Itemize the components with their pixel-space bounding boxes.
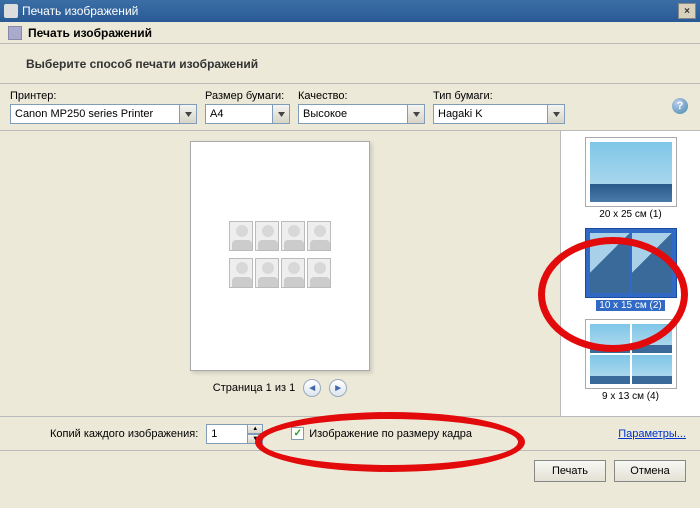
wizard-title: Печать изображений [28, 26, 152, 40]
titlebar: Печать изображений × [0, 0, 700, 22]
prev-page-button[interactable]: ◄ [303, 379, 321, 397]
main-area: Страница 1 из 1 ◄ ► 20 x 25 см (1) 10 x … [0, 131, 700, 417]
layout-label: 9 x 13 см (4) [563, 391, 698, 402]
close-button[interactable]: × [678, 3, 696, 19]
next-page-button[interactable]: ► [329, 379, 347, 397]
layout-list[interactable]: 20 x 25 см (1) 10 x 15 см (2) 9 x 13 см … [560, 131, 700, 416]
quality-label: Качество: [298, 90, 425, 102]
preview-sheet [190, 141, 370, 371]
spinner-up[interactable]: ▲ [248, 424, 263, 434]
printer-select[interactable] [10, 104, 197, 124]
copies-spinner[interactable]: ▲ ▼ [206, 424, 263, 444]
photo-thumb [255, 258, 279, 288]
print-button[interactable]: Печать [534, 460, 606, 482]
wizard-header: Печать изображений [0, 22, 700, 44]
layout-item-20x25[interactable]: 20 x 25 см (1) [563, 135, 698, 226]
parameters-link[interactable]: Параметры... [618, 428, 686, 440]
layout-item-9x13[interactable]: 9 x 13 см (4) [563, 317, 698, 408]
app-icon [4, 4, 18, 18]
layout-thumb [590, 142, 672, 202]
layout-thumb [590, 324, 672, 384]
pager-text: Страница 1 из 1 [213, 382, 295, 394]
photo-thumb [255, 221, 279, 251]
paper-type-select[interactable] [433, 104, 565, 124]
photo-thumb [281, 258, 305, 288]
cancel-button[interactable]: Отмена [614, 460, 686, 482]
photo-thumb [307, 258, 331, 288]
dropdown-icon[interactable] [273, 104, 290, 124]
printer-value[interactable] [10, 104, 180, 124]
checkbox-label: Изображение по размеру кадра [309, 428, 472, 440]
quality-value[interactable] [298, 104, 408, 124]
photo-thumb [229, 258, 253, 288]
quality-select[interactable] [298, 104, 425, 124]
photo-thumb [229, 221, 253, 251]
paper-type-label: Тип бумаги: [433, 90, 565, 102]
photo-thumb [281, 221, 305, 251]
paper-type-value[interactable] [433, 104, 548, 124]
copies-label: Копий каждого изображения: [50, 428, 198, 440]
instruction-text: Выберите способ печати изображений [0, 44, 700, 84]
action-row: Печать Отмена [0, 451, 700, 491]
paper-size-select[interactable] [205, 104, 290, 124]
copies-input[interactable] [206, 424, 248, 444]
dropdown-icon[interactable] [548, 104, 565, 124]
paper-size-value[interactable] [205, 104, 273, 124]
help-icon[interactable]: ? [672, 98, 688, 114]
layout-item-10x15[interactable]: 10 x 15 см (2) [563, 226, 698, 317]
layout-thumb [590, 233, 672, 293]
photo-grid [229, 221, 331, 292]
photo-thumb [307, 221, 331, 251]
fit-frame-checkbox[interactable]: ✓ Изображение по размеру кадра [291, 427, 472, 440]
layout-label: 20 x 25 см (1) [563, 209, 698, 220]
dropdown-icon[interactable] [180, 104, 197, 124]
title-text: Печать изображений [22, 4, 138, 18]
layout-label: 10 x 15 см (2) [596, 300, 664, 311]
pager: Страница 1 из 1 ◄ ► [213, 379, 347, 397]
dropdown-icon[interactable] [408, 104, 425, 124]
bottom-row: Копий каждого изображения: ▲ ▼ ✓ Изображ… [0, 417, 700, 451]
paper-size-label: Размер бумаги: [205, 90, 290, 102]
print-options-row: Принтер: Размер бумаги: Качество: Тип бу… [0, 84, 700, 131]
spinner-down[interactable]: ▼ [248, 434, 263, 444]
printer-label: Принтер: [10, 90, 197, 102]
checkbox-box[interactable]: ✓ [291, 427, 304, 440]
wizard-icon [8, 26, 22, 40]
preview-area: Страница 1 из 1 ◄ ► [0, 131, 560, 416]
